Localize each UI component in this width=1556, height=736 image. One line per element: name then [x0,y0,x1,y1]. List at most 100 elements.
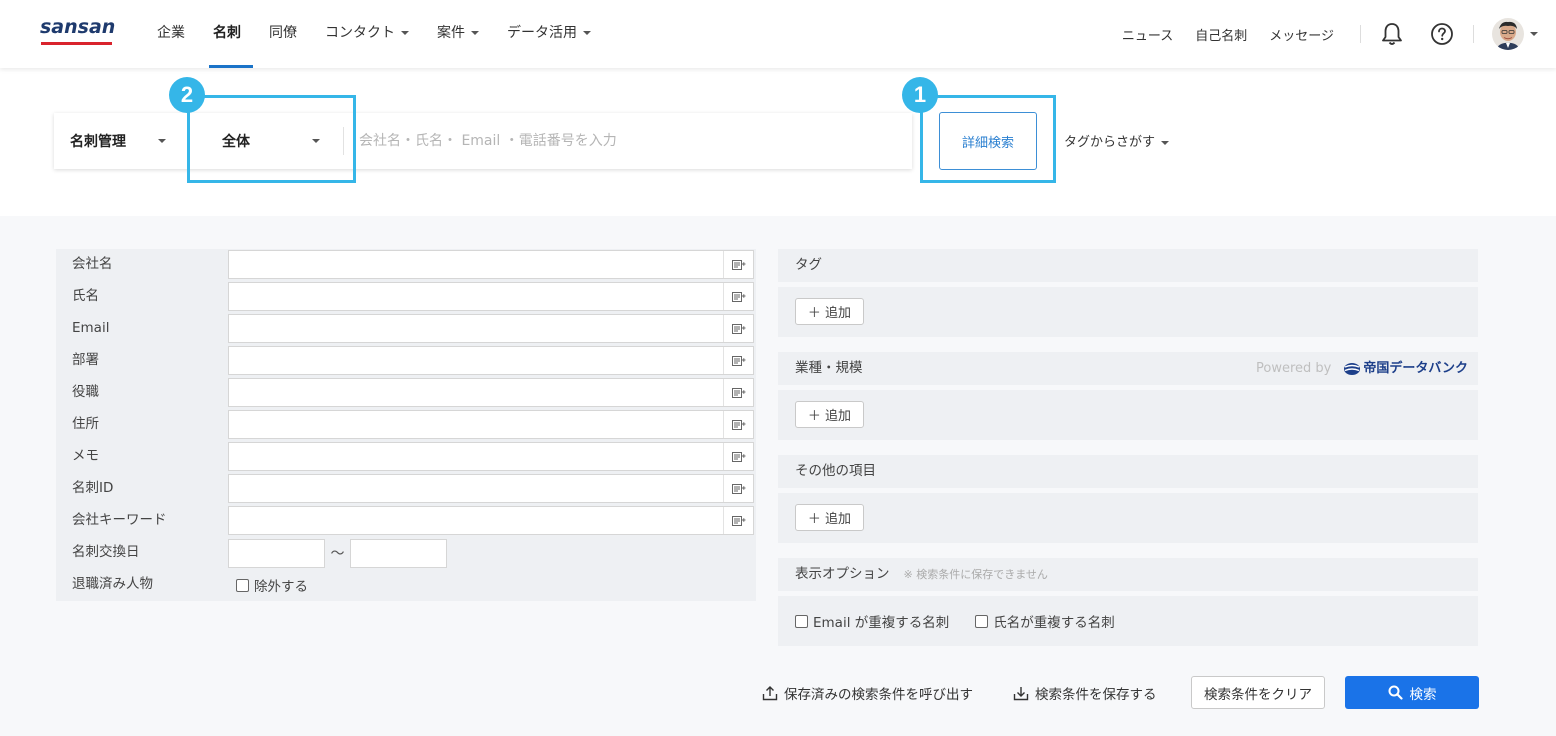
powered-by: Powered by 帝国データバンク [1256,352,1468,385]
date-from-input[interactable] [228,538,325,568]
chevron-down-icon [1530,32,1538,36]
other-items-section: その他の項目 ＋ 追加 [778,455,1478,543]
nav-item-contacts[interactable]: コンタクト [325,0,409,68]
load-saved-label: 保存済みの検索条件を呼び出す [784,687,973,703]
clear-conditions-button[interactable]: 検索条件をクリア [1191,676,1325,709]
save-conditions-link[interactable]: 検索条件を保存する [1013,683,1157,703]
paste-list-icon[interactable] [723,411,753,438]
logo-underline [41,42,112,45]
news-link[interactable]: ニュース [1122,25,1173,44]
company-input[interactable] [229,251,723,278]
chevron-down-icon [401,31,409,35]
nav-item-deals[interactable]: 案件 [437,0,479,68]
display-options-body: Email が重複する名刺 氏名が重複する名刺 [778,596,1478,646]
avatar [1492,18,1524,50]
logo-text: sansan [40,16,116,38]
form-row-card-id: 名刺ID [56,473,756,505]
address-field [228,410,754,439]
nav-label: データ活用 [507,25,577,41]
messages-link[interactable]: メッセージ [1269,25,1334,44]
upload-icon [762,686,778,701]
search-label: 検索 [1409,686,1437,703]
nav-item-companies[interactable]: 企業 [157,0,185,68]
date-to-input[interactable] [350,538,447,568]
company-keyword-input[interactable] [229,507,723,534]
callout-highlight-range [187,95,356,183]
add-other-button[interactable]: ＋ 追加 [795,504,864,531]
section-header-industry: 業種・規模 Powered by 帝国データバンク [778,352,1478,385]
nav-label: 案件 [437,25,465,41]
keyword-search-input[interactable] [343,127,903,155]
add-label: ＋ 追加 [807,512,852,527]
nav-item-data-use[interactable]: データ活用 [507,0,591,68]
exclude-retired-option: 除外する [226,569,756,601]
field-label: 名刺ID [56,473,226,505]
form-row-retired: 退職済み人物 除外する [56,569,756,601]
paste-list-icon[interactable] [723,315,753,342]
user-menu[interactable] [1492,18,1538,50]
paste-list-icon[interactable] [723,379,753,406]
card-id-input[interactable] [229,475,723,502]
scope-select[interactable]: 名刺管理 [54,113,190,169]
tag-section: タグ ＋ 追加 [778,249,1478,337]
right-nav: ニュース 自己名刺 メッセージ [1100,0,1556,68]
field-label: 会社キーワード [56,505,226,537]
section-title-tags: タグ [778,249,1478,282]
form-row-name: 氏名 [56,281,756,313]
paste-list-icon[interactable] [723,443,753,470]
exclude-retired-checkbox[interactable] [236,578,249,592]
paste-list-icon[interactable] [723,251,753,278]
tag-search-label: タグからさがす [1064,135,1156,150]
form-row-exchange-date: 名刺交換日 〜 [56,537,756,569]
callout-number: 1 [913,82,927,107]
section-header-display: 表示オプション ※ 検索条件に保存できません [778,558,1478,591]
title-input[interactable] [229,379,723,406]
email-input[interactable] [229,315,723,342]
paste-list-icon[interactable] [723,347,753,374]
form-row-company-keyword: 会社キーワード [56,505,756,537]
address-input[interactable] [229,411,723,438]
tdb-logo: 帝国データバンク [1343,353,1468,385]
department-input[interactable] [229,347,723,374]
search-box: 名刺管理 全体 [54,113,912,169]
callout-badge-2: 2 [169,77,205,113]
callout-badge-1: 1 [902,77,938,113]
tag-search-dropdown[interactable]: タグからさがす [1064,131,1170,150]
add-label: ＋ 追加 [807,306,852,321]
industry-body: ＋ 追加 [778,390,1478,440]
dup-email-label: Email が重複する名刺 [813,615,950,631]
search-form: 会社名 氏名 Email 部署 役職 住所 メモ 名刺ID 会社キーワード 名刺… [56,249,756,601]
form-row-company: 会社名 [56,249,756,281]
divider [1360,25,1361,43]
callout-highlight-advanced [920,95,1056,183]
dup-name-label: 氏名が重複する名刺 [993,615,1115,631]
paste-list-icon[interactable] [723,283,753,310]
paste-list-icon[interactable] [723,507,753,534]
action-bar: 保存済みの検索条件を呼び出す 検索条件を保存する 検索条件をクリア 検索 [0,676,1556,716]
company-field [228,250,754,279]
my-card-link[interactable]: 自己名刺 [1195,25,1247,44]
clear-label: 検索条件をクリア [1204,686,1312,703]
add-industry-button[interactable]: ＋ 追加 [795,401,864,428]
nav-item-business-cards[interactable]: 名刺 [209,0,253,68]
scope-select-value: 名刺管理 [70,134,126,150]
form-row-address: 住所 [56,409,756,441]
search-strip: 名刺管理 全体 詳細検索 タグからさがす 2 1 [0,68,1556,216]
advanced-search-panel: 会社名 氏名 Email 部署 役職 住所 メモ 名刺ID 会社キーワード 名刺… [0,216,1556,736]
form-row-memo: メモ [56,441,756,473]
sansan-logo[interactable]: sansan [40,16,116,48]
help-icon[interactable] [1429,21,1455,47]
nav-label: コンタクト [325,25,395,41]
paste-list-icon[interactable] [723,475,753,502]
dup-name-checkbox[interactable] [975,614,989,628]
field-label: 氏名 [56,281,226,313]
bell-icon[interactable] [1379,21,1405,47]
chevron-down-icon [471,31,479,35]
memo-input[interactable] [229,443,723,470]
load-saved-conditions-link[interactable]: 保存済みの検索条件を呼び出す [762,683,973,703]
add-tag-button[interactable]: ＋ 追加 [795,298,864,325]
dup-email-checkbox[interactable] [795,614,808,628]
search-button[interactable]: 検索 [1345,676,1479,709]
name-input[interactable] [229,283,723,310]
nav-item-colleagues[interactable]: 同僚 [269,0,297,68]
